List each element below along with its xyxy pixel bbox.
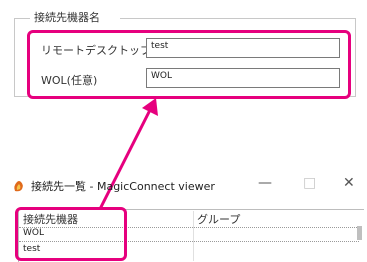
window-title: 接続先一覧 - MagicConnect viewer — [31, 180, 215, 193]
app-icon — [14, 181, 23, 192]
column-separator — [193, 211, 194, 261]
close-button[interactable]: ✕ — [343, 175, 355, 191]
maximize-button[interactable]: □ — [303, 175, 316, 191]
minimize-button[interactable]: — — [258, 175, 272, 191]
scrollbar[interactable] — [357, 226, 362, 240]
column-header-group[interactable]: グループ — [197, 211, 240, 227]
list-highlight-box — [15, 207, 127, 261]
